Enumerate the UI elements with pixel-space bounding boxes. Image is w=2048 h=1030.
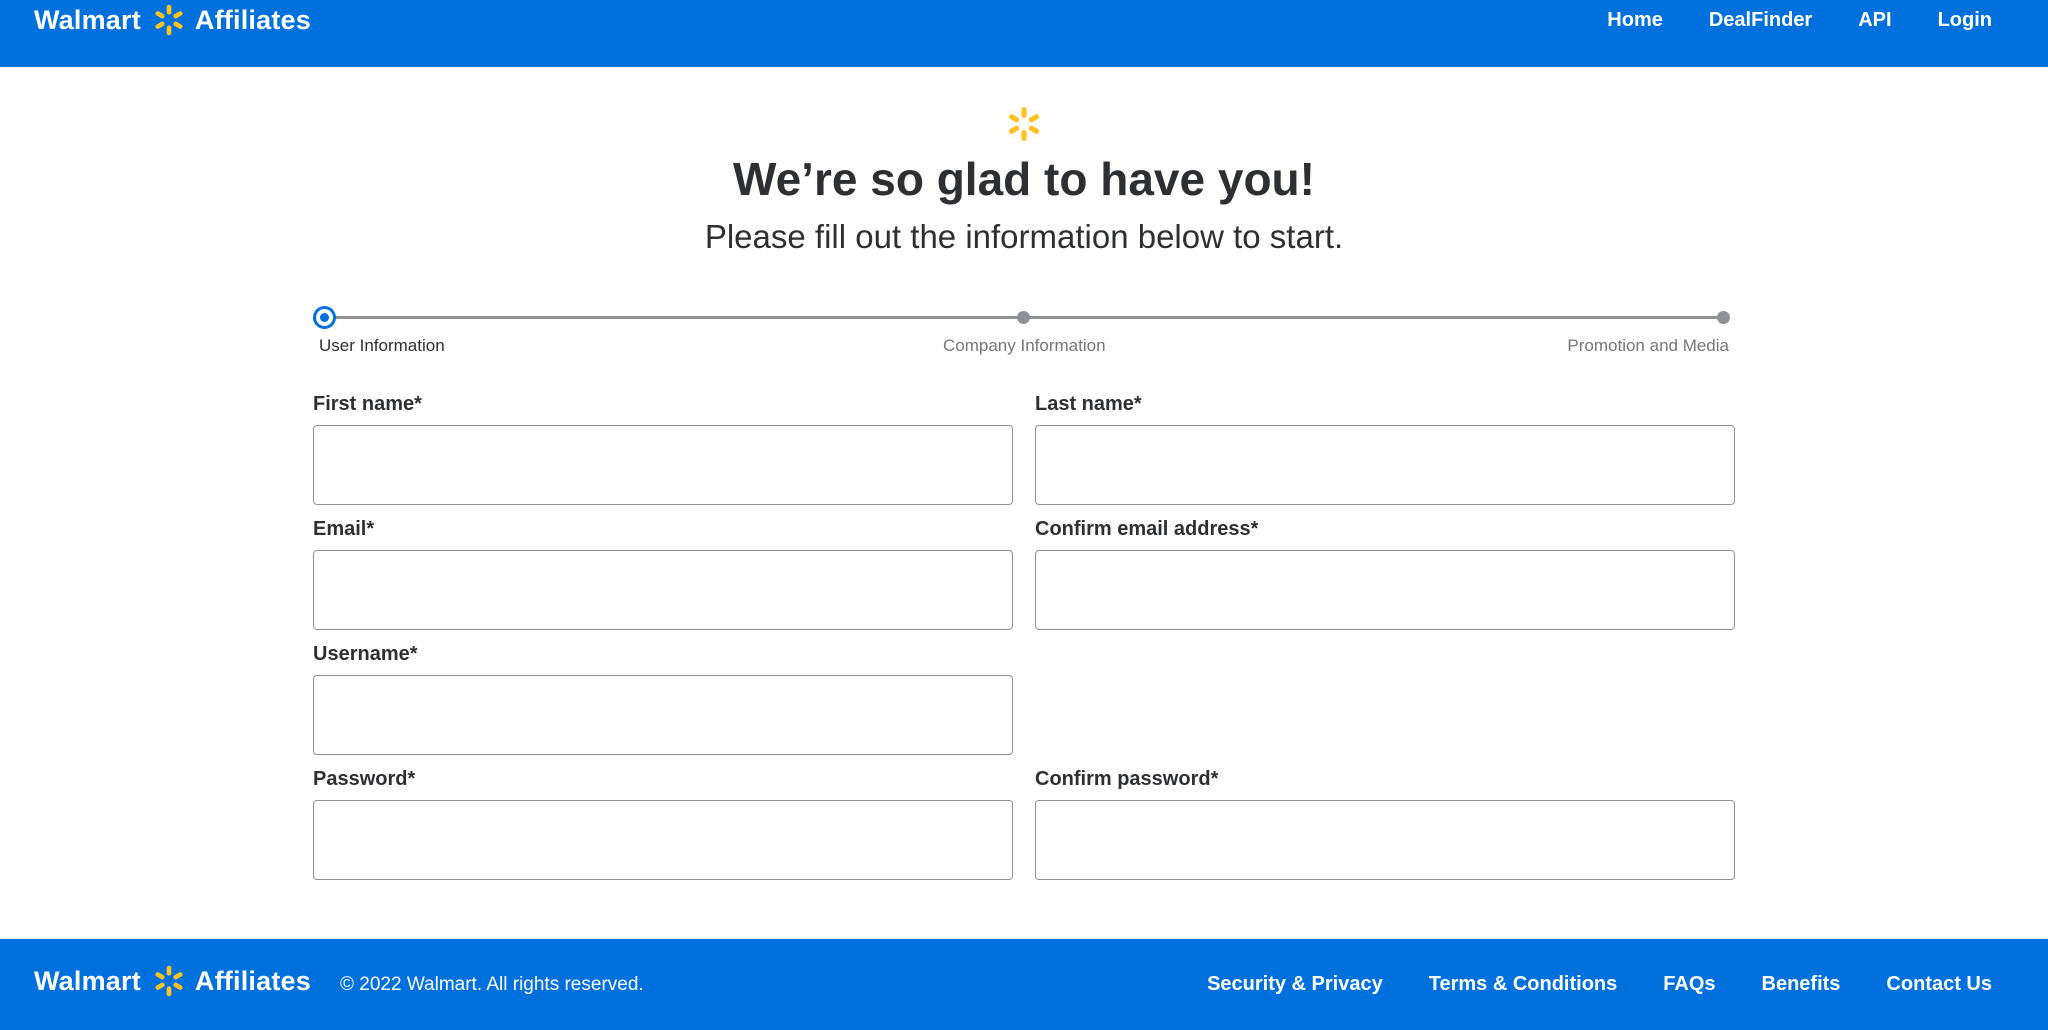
first-name-input[interactable] bbox=[313, 425, 1013, 505]
password-group: Password* bbox=[313, 768, 1013, 880]
brand-word-walmart: Walmart bbox=[34, 4, 141, 35]
footer-link-benefits[interactable]: Benefits bbox=[1762, 973, 1841, 996]
brand-logo[interactable]: Walmart Affiliates bbox=[34, 2, 311, 38]
brand-word-affiliates: Affiliates bbox=[194, 965, 311, 996]
spark-icon bbox=[154, 965, 184, 997]
username-group: Username* bbox=[313, 643, 1013, 755]
first-name-label: First name* bbox=[313, 393, 422, 415]
footer-link-terms-conditions[interactable]: Terms & Conditions bbox=[1429, 973, 1618, 996]
last-name-label: Last name* bbox=[1035, 393, 1142, 415]
footer-brand-logo[interactable]: Walmart Affiliates bbox=[34, 963, 311, 999]
page-title: We’re so glad to have you! bbox=[733, 153, 1315, 205]
footer-link-faqs[interactable]: FAQs bbox=[1663, 973, 1715, 996]
top-nav: Home DealFinder API Login bbox=[1607, 9, 1992, 32]
progress-stepper: User Information Company Information Pro… bbox=[313, 306, 1735, 366]
nav-home-link[interactable]: Home bbox=[1607, 9, 1663, 32]
brand-word-affiliates: Affiliates bbox=[194, 4, 311, 35]
footer-link-security-privacy[interactable]: Security & Privacy bbox=[1207, 973, 1383, 996]
password-label: Password* bbox=[313, 768, 416, 790]
spark-icon bbox=[1007, 107, 1041, 141]
username-label: Username* bbox=[313, 643, 418, 665]
confirm-email-group: Confirm email address* bbox=[1035, 518, 1735, 630]
site-footer: Walmart Affiliates © 2022 Walmart. All r… bbox=[0, 939, 2048, 1030]
confirm-password-input[interactable] bbox=[1035, 800, 1735, 880]
page-subtitle: Please fill out the information below to… bbox=[704, 218, 1344, 255]
email-label: Email* bbox=[313, 518, 375, 540]
password-input[interactable] bbox=[313, 800, 1013, 880]
step-dot-company-information[interactable] bbox=[1017, 311, 1030, 324]
username-input[interactable] bbox=[313, 675, 1013, 755]
step-dot-promotion-and-media[interactable] bbox=[1717, 311, 1730, 324]
brand-word-walmart: Walmart bbox=[34, 965, 141, 996]
email-group: Email* bbox=[313, 518, 1013, 630]
footer-nav: Security & Privacy Terms & Conditions FA… bbox=[1207, 973, 1992, 996]
nav-api-link[interactable]: API bbox=[1858, 9, 1891, 32]
spark-icon bbox=[154, 4, 184, 36]
copyright-text: © 2022 Walmart. All rights reserved. bbox=[340, 974, 644, 995]
confirm-password-group: Confirm password* bbox=[1035, 768, 1735, 880]
step-label-promotion-and-media[interactable]: Promotion and Media bbox=[1567, 336, 1729, 356]
last-name-group: Last name* bbox=[1035, 393, 1735, 505]
top-header: Walmart Affiliates Home DealFinder API L… bbox=[0, 0, 2048, 67]
confirm-email-label: Confirm email address* bbox=[1035, 518, 1259, 540]
email-input[interactable] bbox=[313, 550, 1013, 630]
nav-dealfinder-link[interactable]: DealFinder bbox=[1709, 9, 1812, 32]
confirm-email-input[interactable] bbox=[1035, 550, 1735, 630]
nav-login-link[interactable]: Login bbox=[1938, 9, 1992, 32]
confirm-password-label: Confirm password* bbox=[1035, 768, 1219, 790]
step-label-company-information[interactable]: Company Information bbox=[943, 336, 1106, 356]
footer-link-contact-us[interactable]: Contact Us bbox=[1886, 973, 1992, 996]
step-label-user-information[interactable]: User Information bbox=[319, 336, 445, 356]
first-name-group: First name* bbox=[313, 393, 1013, 505]
step-dot-user-information[interactable] bbox=[313, 306, 336, 329]
last-name-input[interactable] bbox=[1035, 425, 1735, 505]
